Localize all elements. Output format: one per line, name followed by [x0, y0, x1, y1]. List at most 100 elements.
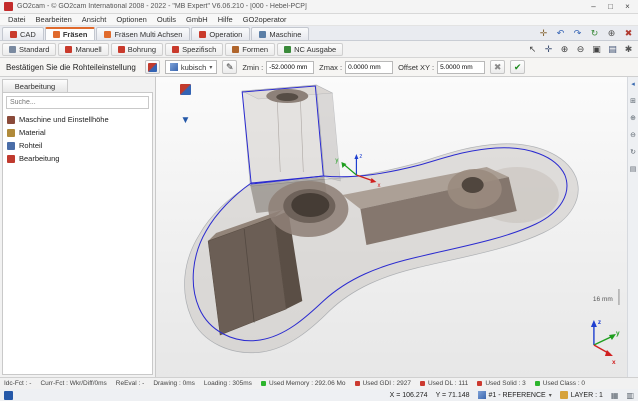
cancel-button[interactable]: ✖: [490, 60, 505, 74]
status-used-dl: Used DL : 111: [420, 380, 468, 387]
tool-label: Manuell: [75, 45, 101, 54]
stock-mode-button[interactable]: [145, 60, 160, 74]
zoom-in-icon[interactable]: ⊕: [558, 43, 571, 56]
grid-toggle-icon[interactable]: ▦: [611, 391, 619, 400]
cursor-icon[interactable]: ↖: [526, 43, 539, 56]
close-button[interactable]: ×: [619, 0, 636, 13]
confirm-button[interactable]: ✔: [510, 60, 525, 74]
tab-label: Operation: [209, 30, 242, 39]
corner-triad: z y x: [591, 319, 620, 366]
prompt-message: Bestätigen Sie die Rohteileinstellung: [6, 63, 136, 72]
layer-selector[interactable]: LAYER : 1: [560, 391, 603, 399]
nc-ausgabe-button[interactable]: NC Ausgabe: [277, 43, 343, 56]
reference-label: #1 - REFERENCE: [489, 392, 546, 399]
operations-panel-body: Maschine und Einstellhöhe Material Rohte…: [2, 92, 153, 375]
menu-item-optionen[interactable]: Optionen: [111, 15, 151, 24]
scale-indicator: 16 mm: [593, 289, 619, 305]
layers-icon[interactable]: ▤: [630, 165, 637, 173]
zoom-fit-icon[interactable]: ▣: [590, 43, 603, 56]
menu-item-gmbh[interactable]: GmbH: [181, 15, 213, 24]
manuell-button[interactable]: Manuell: [58, 43, 108, 56]
tree-item-material[interactable]: Material: [7, 126, 148, 139]
tree-item-maschine[interactable]: Maschine und Einstellhöhe: [7, 113, 148, 126]
zoom-out-icon[interactable]: ⊖: [630, 131, 636, 139]
viewport-right-toolbar: ◂ ⊞ ⊕ ⊖ ↻ ▤: [627, 77, 638, 377]
status-label: Used Solid : 3: [485, 380, 525, 387]
status-used-gdi: Used GDI : 2927: [355, 380, 411, 387]
delete-icon[interactable]: ✖: [622, 27, 635, 40]
reference-selector[interactable]: #1 - REFERENCE ▾: [478, 391, 552, 399]
edit-shape-button[interactable]: ✎: [222, 60, 237, 74]
main-content: Bearbeitung Maschine und Einstellhöhe Ma…: [0, 77, 638, 377]
reference-cube-icon: [478, 391, 486, 399]
tab-operation[interactable]: Operation: [191, 27, 250, 40]
zoom-out-icon[interactable]: ⊖: [574, 43, 587, 56]
zoom-in-icon[interactable]: ⊕: [630, 114, 636, 122]
camera-icon[interactable]: ▤: [606, 43, 619, 56]
tree-item-label: Rohteil: [19, 141, 42, 150]
nc-output-icon: [284, 46, 291, 53]
zoom-window-icon[interactable]: ⊕: [605, 27, 618, 40]
stock-shape-select[interactable]: kubisch ▾: [165, 60, 217, 74]
go2cam-app-icon: [4, 2, 13, 11]
menu-item-outils[interactable]: Outils: [152, 15, 181, 24]
formen-button[interactable]: Formen: [225, 43, 275, 56]
tree-item-bearbeitung[interactable]: Bearbeitung: [7, 152, 148, 165]
collapse-icon[interactable]: ◂: [631, 80, 635, 88]
tab-fraesen-multi-achsen[interactable]: Fräsen Multi Achsen: [96, 27, 190, 40]
status-bar: Idc-Fct : - Curr-Fct : Wkr/Diff/0ms ReEv…: [0, 377, 638, 389]
menu-item-bearbeiten[interactable]: Bearbeiten: [31, 15, 77, 24]
bohrung-button[interactable]: Bohrung: [111, 43, 163, 56]
grid-icon[interactable]: ⊞: [630, 97, 636, 105]
tab-maschine[interactable]: Maschine: [251, 27, 309, 40]
zmax-field-group: Zmax :: [319, 61, 393, 74]
viewport-3d[interactable]: z x y 16 mm z y x: [156, 77, 638, 377]
zmin-label: Zmin :: [242, 63, 263, 72]
window-title: GO2cam - © GO2cam International 2008 - 2…: [17, 3, 585, 10]
menu-item-hilfe[interactable]: Hilfe: [213, 15, 238, 24]
tool-label: Bohrung: [128, 45, 156, 54]
menu-item-datei[interactable]: Datei: [3, 15, 31, 24]
tree-item-rohteil[interactable]: Rohteil: [7, 139, 148, 152]
machine-icon: [259, 31, 266, 38]
pan-icon[interactable]: ✛: [542, 43, 555, 56]
zmin-field-group: Zmin :: [242, 61, 314, 74]
status-label: Used GDI : 2927: [363, 380, 411, 387]
bottom-bar: X = 106.274 Y = 71.148 #1 - REFERENCE ▾ …: [0, 389, 638, 401]
view-split-icon[interactable]: ▥: [626, 391, 634, 400]
zmin-input[interactable]: [266, 61, 314, 74]
machining-icon: [7, 155, 15, 163]
machine-sim-icon[interactable]: [178, 82, 193, 97]
offset-xy-input[interactable]: [437, 61, 485, 74]
x-coordinate: X = 106.274: [390, 392, 428, 399]
tab-fraesen[interactable]: Fräsen: [45, 27, 96, 40]
scale-label: 16 mm: [593, 296, 613, 303]
refresh-icon[interactable]: ↻: [588, 27, 601, 40]
menu-item-go2operator[interactable]: GO2operator: [238, 15, 292, 24]
filter-icon[interactable]: ▼: [178, 113, 193, 128]
compass-icon[interactable]: ✛: [537, 27, 550, 40]
status-drawing: Drawing : 0ms: [153, 380, 195, 387]
tab-label: Maschine: [269, 30, 301, 39]
operations-panel: Bearbeitung Maschine und Einstellhöhe Ma…: [0, 77, 156, 377]
spezifisch-button[interactable]: Spezifisch: [165, 43, 223, 56]
status-label: Used Class : 0: [543, 380, 585, 387]
minimize-button[interactable]: –: [585, 0, 602, 13]
zmax-input[interactable]: [345, 61, 393, 74]
tab-cad[interactable]: CAD: [2, 27, 44, 40]
standard-button[interactable]: Standard: [2, 43, 56, 56]
tab-bearbeitung[interactable]: Bearbeitung: [2, 79, 68, 92]
rotate-icon[interactable]: ↻: [630, 148, 636, 156]
menu-item-ansicht[interactable]: Ansicht: [77, 15, 112, 24]
maximize-button[interactable]: □: [602, 0, 619, 13]
model-canvas[interactable]: z x y 16 mm z y x: [156, 77, 638, 377]
settings-icon[interactable]: ✱: [622, 43, 635, 56]
multi-axis-icon: [104, 31, 111, 38]
redo-icon[interactable]: ↷: [571, 27, 584, 40]
status-label: Loading : 305ms: [204, 380, 252, 387]
search-input[interactable]: [6, 96, 149, 109]
go2cam-launcher-icon[interactable]: [4, 391, 13, 400]
layer-label: LAYER : 1: [571, 392, 603, 399]
undo-icon[interactable]: ↶: [554, 27, 567, 40]
status-curr-fct: Curr-Fct : Wkr/Diff/0ms: [40, 380, 106, 387]
